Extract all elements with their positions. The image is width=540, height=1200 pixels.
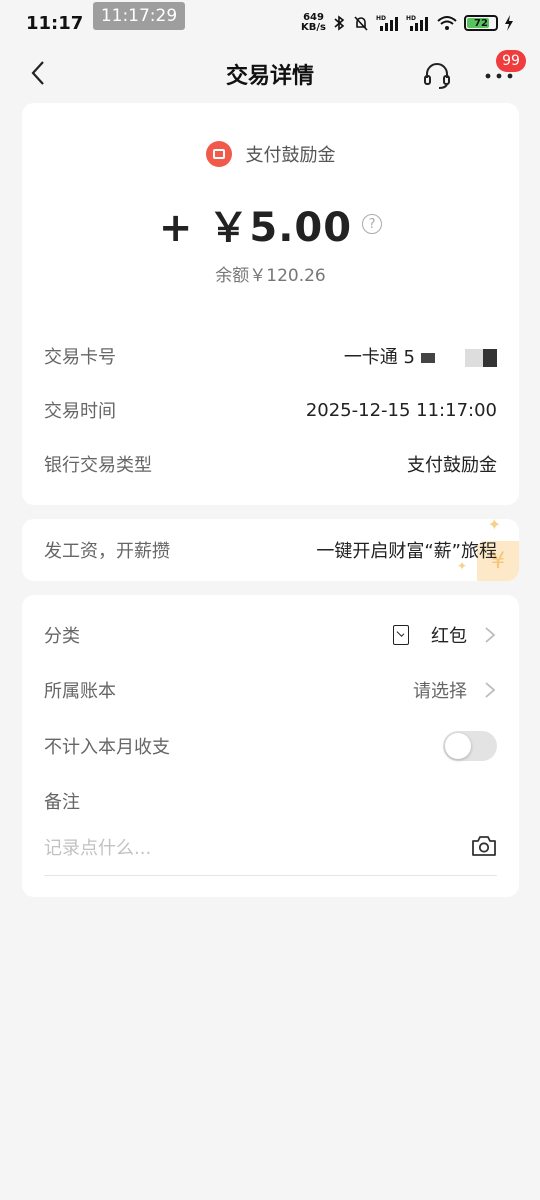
exclude-monthly-label: 不计入本月收支 xyxy=(44,737,170,758)
red-packet-icon xyxy=(393,625,409,645)
toggle-knob xyxy=(445,733,471,759)
note-underline xyxy=(44,875,497,876)
card-number-label: 交易卡号 xyxy=(44,347,116,368)
camera-icon[interactable] xyxy=(471,835,497,857)
charging-icon xyxy=(505,15,513,31)
promo-right-text: 一键开启财富“薪”旅程 xyxy=(316,541,497,562)
battery-level: 72 xyxy=(474,17,488,29)
account-book-value-group: 请选择 xyxy=(413,677,497,703)
status-icons: 649 KB/s HD HD 72 xyxy=(301,13,514,33)
bank-type-value: 支付鼓励金 xyxy=(407,455,497,476)
exclude-monthly-row: 不计入本月收支 xyxy=(44,731,497,761)
account-book-label: 所属账本 xyxy=(44,681,116,702)
bank-type-row: 银行交易类型 支付鼓励金 xyxy=(44,449,497,479)
note-label-row: 备注 xyxy=(44,786,497,816)
header: 交易详情 xyxy=(0,46,540,102)
masked-digits-3 xyxy=(483,349,497,367)
promo-row: 发工资，开薪攒 一键开启财富“薪”旅程 xyxy=(44,535,497,565)
network-speed-unit: KB/s xyxy=(301,22,326,33)
headset-icon[interactable] xyxy=(422,60,452,90)
sparkle-icon: ✦ xyxy=(487,519,501,534)
status-bar: 11:17 649 KB/s HD HD 72 xyxy=(0,0,540,46)
details-form-card: 分类 红包 所属账本 请选择 不计入本月收支 备注 xyxy=(22,595,519,897)
transaction-time-label: 交易时间 xyxy=(44,401,116,422)
transaction-card: 支付鼓励金 + ￥5.00 ? 余额￥120.26 交易卡号 一卡通 5 交易时… xyxy=(22,103,519,505)
transaction-time-value: 2025-12-15 11:17:00 xyxy=(305,399,497,421)
signal-icon: HD xyxy=(376,15,398,31)
masked-digits xyxy=(421,353,435,363)
category-value-group: 红包 xyxy=(393,622,497,648)
transaction-time-row: 交易时间 2025-12-15 11:17:00 xyxy=(44,395,497,425)
card-number-row: 交易卡号 一卡通 5 xyxy=(44,341,497,371)
masked-digits-2 xyxy=(465,349,483,367)
promo-banner[interactable]: ¥ ✦ ✦ 发工资，开薪攒 一键开启财富“薪”旅程 xyxy=(22,519,519,581)
category-value: 红包 xyxy=(431,626,467,647)
account-book-value: 请选择 xyxy=(413,681,467,702)
wallet-icon xyxy=(205,141,232,167)
promo-left-text: 发工资，开薪攒 xyxy=(44,541,170,562)
screenshot-time-overlay: 11:17:29 xyxy=(93,2,185,30)
help-icon[interactable]: ? xyxy=(362,214,383,234)
category-label: 分类 xyxy=(44,626,80,647)
network-speed: 649 KB/s xyxy=(301,13,326,33)
status-time: 11:17 xyxy=(26,12,84,34)
wifi-icon xyxy=(437,16,457,30)
chevron-right-icon xyxy=(485,682,496,698)
mute-bell-icon xyxy=(354,16,368,31)
note-input[interactable] xyxy=(44,833,463,863)
signal-icon-2: HD xyxy=(406,15,428,31)
amount-row: + ￥5.00 ? xyxy=(22,195,519,253)
signal-hd-label: HD xyxy=(376,15,386,22)
chevron-right-icon xyxy=(485,627,496,643)
bluetooth-icon xyxy=(334,15,345,31)
message-badge: 99 xyxy=(496,50,526,72)
card-number-text: 一卡通 5 xyxy=(343,347,415,368)
category-row[interactable]: 分类 红包 xyxy=(44,620,497,650)
signal-hd-label-2: HD xyxy=(406,15,416,22)
bank-type-label: 银行交易类型 xyxy=(44,455,152,476)
transaction-amount: + ￥5.00 xyxy=(158,205,353,251)
transaction-type-label: 支付鼓励金 xyxy=(245,145,336,166)
note-label: 备注 xyxy=(44,792,80,813)
account-book-row[interactable]: 所属账本 请选择 xyxy=(44,675,497,705)
battery-icon: 72 xyxy=(464,15,498,31)
page-title: 交易详情 xyxy=(225,64,314,89)
balance-text: 余额￥120.26 xyxy=(215,266,326,286)
card-number-value: 一卡通 5 xyxy=(344,343,497,369)
exclude-monthly-toggle[interactable] xyxy=(443,731,497,761)
transaction-type: 支付鼓励金 xyxy=(22,141,519,167)
